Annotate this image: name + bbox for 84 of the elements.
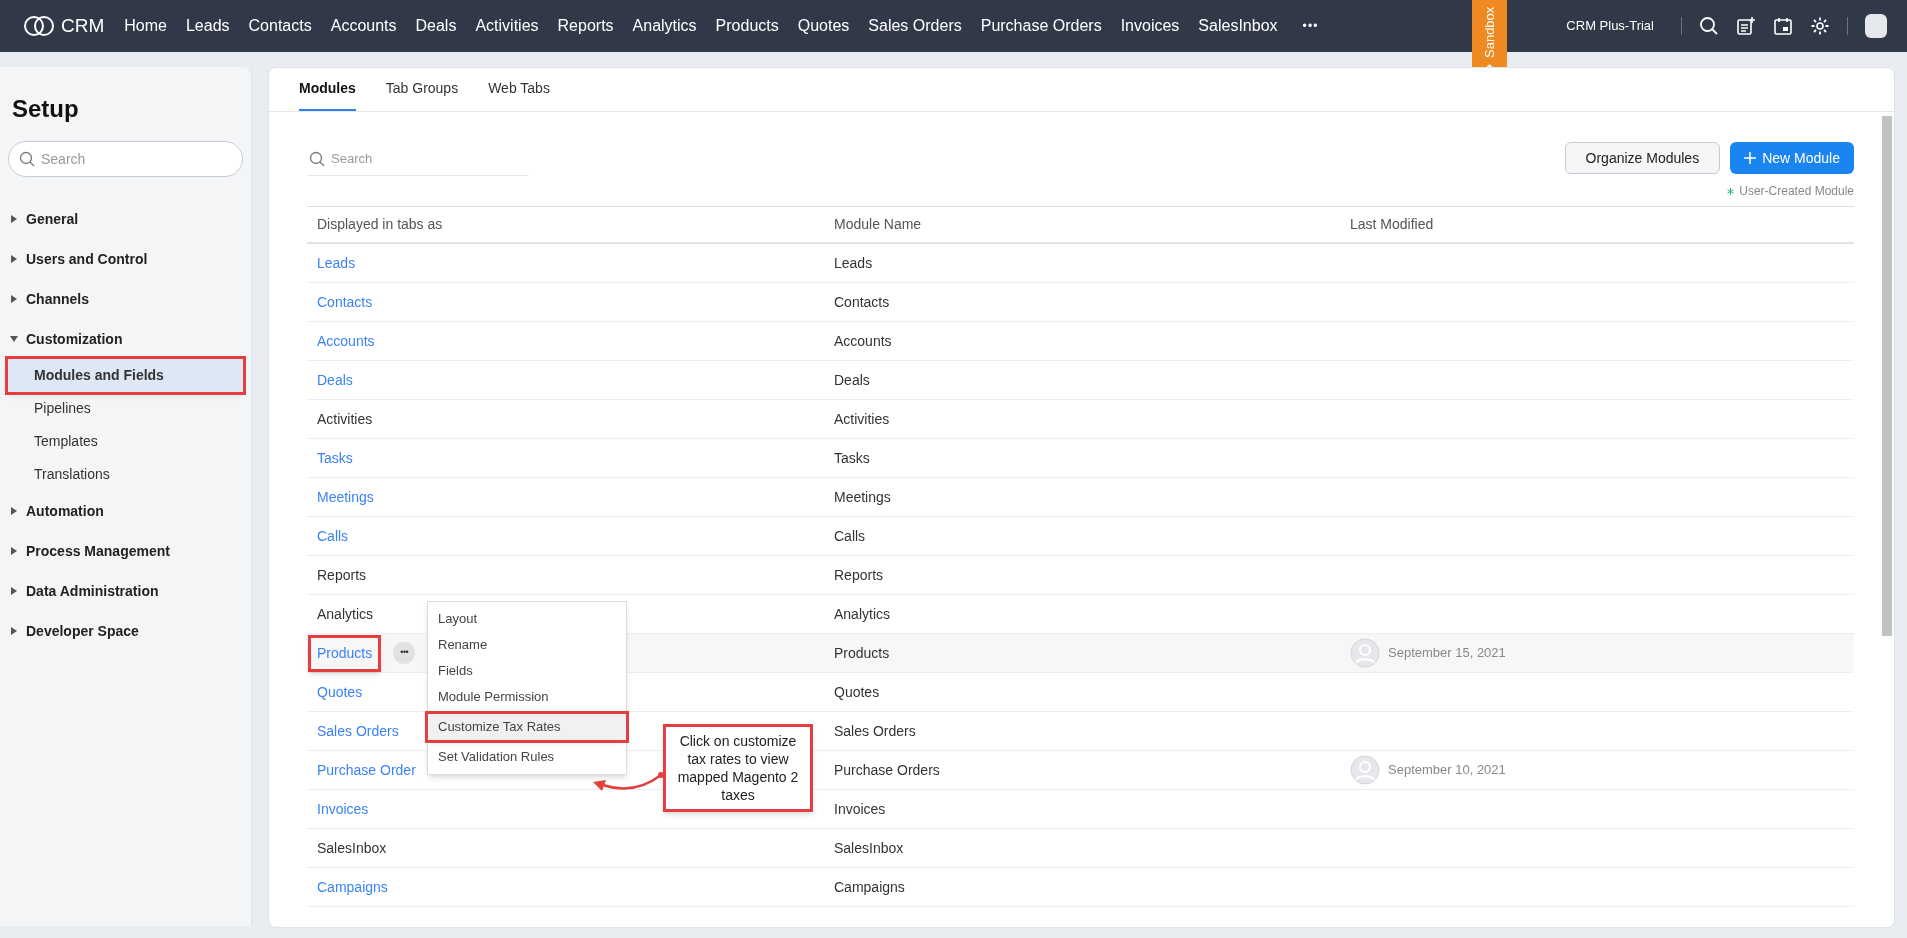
table-cell-text: September 15, 2021 bbox=[1388, 644, 1506, 663]
table-cell-text: Quotes bbox=[834, 682, 881, 702]
column-header: Last Modified bbox=[1350, 215, 1435, 234]
sidebar-section[interactable]: General bbox=[26, 208, 79, 230]
table-cell-text: Analytics bbox=[834, 604, 892, 624]
plan-label: CRM Plus-Trial bbox=[1566, 17, 1654, 36]
nav-link[interactable]: Sales Orders bbox=[868, 14, 962, 38]
nav-link[interactable]: Deals bbox=[415, 14, 457, 38]
table-cell-text: Reports bbox=[317, 565, 367, 585]
module-link[interactable]: Invoices bbox=[317, 798, 369, 820]
module-link[interactable]: Tasks bbox=[317, 447, 353, 469]
column-header: Displayed in tabs as bbox=[317, 215, 444, 234]
sidebar-item[interactable]: Templates bbox=[8, 425, 243, 458]
table-cell-text: SalesInbox bbox=[317, 838, 387, 858]
nav-link[interactable]: Analytics bbox=[632, 14, 697, 38]
nav-link[interactable]: SalesInbox bbox=[1198, 14, 1278, 38]
table-cell-text: Reports bbox=[834, 565, 885, 585]
module-link[interactable]: Purchase Order bbox=[317, 759, 416, 781]
nav-link[interactable]: Purchase Orders bbox=[980, 14, 1102, 38]
tab[interactable]: Modules bbox=[299, 78, 356, 111]
more-options-button[interactable]: ••• bbox=[393, 642, 416, 664]
sidebar-section[interactable]: Data Administration bbox=[26, 580, 159, 602]
nav-link[interactable]: Activities bbox=[475, 14, 539, 38]
sidebar-section[interactable]: Automation bbox=[26, 500, 104, 522]
menu-item[interactable]: Set Validation Rules bbox=[428, 744, 626, 770]
module-link[interactable]: Calls bbox=[317, 525, 349, 547]
tab[interactable]: Tab Groups bbox=[385, 78, 459, 111]
menu-item[interactable]: Customize Tax Rates bbox=[428, 714, 626, 740]
table-cell-text: Leads bbox=[834, 253, 874, 273]
module-link[interactable]: Accounts bbox=[317, 330, 375, 352]
brand-name: CRM bbox=[61, 13, 105, 38]
module-link[interactable]: Products bbox=[308, 634, 382, 672]
table-cell-text: Activities bbox=[317, 409, 373, 429]
column-header: Module Name bbox=[834, 215, 923, 234]
table-cell-text: Contacts bbox=[834, 292, 891, 312]
module-link[interactable]: Leads bbox=[317, 252, 356, 274]
nav-link[interactable]: Home bbox=[124, 14, 167, 38]
table-cell-text: Sales Orders bbox=[834, 721, 917, 741]
nav-link[interactable]: Contacts bbox=[248, 14, 312, 38]
nav-link[interactable]: Accounts bbox=[330, 14, 397, 38]
sidebar-title: Setup bbox=[11, 94, 80, 124]
table-cell-text: Purchase Orders bbox=[834, 760, 941, 780]
sidebar-section[interactable]: Process Management bbox=[26, 540, 170, 562]
table-cell-text: Deals bbox=[834, 370, 871, 390]
nav-link[interactable]: Products bbox=[715, 14, 779, 38]
sidebar-section[interactable]: Customization bbox=[26, 328, 123, 350]
module-link[interactable]: Campaigns bbox=[317, 876, 388, 898]
nav-link[interactable]: Leads bbox=[185, 14, 230, 38]
table-cell-text: Meetings bbox=[834, 487, 892, 507]
table-cell-text: Invoices bbox=[834, 799, 887, 819]
menu-item[interactable]: Rename bbox=[428, 632, 626, 658]
tab[interactable]: Web Tabs bbox=[488, 78, 550, 111]
sidebar-section[interactable]: Developer Space bbox=[26, 620, 139, 642]
module-link[interactable]: Meetings bbox=[317, 486, 374, 508]
sidebar-section[interactable]: Channels bbox=[26, 288, 89, 310]
callout-note: Click on customize tax rates to view mapped Magento 2 taxes bbox=[663, 724, 813, 812]
table-cell-text: Analytics bbox=[317, 604, 374, 624]
table-cell-text: Accounts bbox=[834, 331, 893, 351]
table-cell-text: September 10, 2021 bbox=[1388, 761, 1506, 780]
module-link[interactable]: Quotes bbox=[317, 681, 363, 703]
table-cell-text: Campaigns bbox=[834, 877, 906, 897]
module-link[interactable]: Deals bbox=[317, 369, 353, 391]
nav-link[interactable]: Reports bbox=[557, 14, 614, 38]
table-cell-text: Products bbox=[834, 643, 891, 663]
table-cell-text: Calls bbox=[834, 526, 867, 546]
sidebar-item[interactable]: Pipelines bbox=[8, 392, 243, 425]
new-module-button[interactable]: New Module bbox=[1730, 142, 1854, 174]
module-link[interactable]: Contacts bbox=[317, 291, 373, 313]
table-cell-text: Tasks bbox=[834, 448, 871, 468]
menu-item[interactable]: Layout bbox=[428, 606, 626, 632]
legend-label: User-Created Module bbox=[1739, 183, 1854, 200]
sidebar-item[interactable]: Modules and Fields bbox=[8, 359, 243, 392]
more-button[interactable]: ••• bbox=[1302, 17, 1319, 35]
sidebar-section[interactable]: Users and Control bbox=[26, 248, 148, 270]
menu-item[interactable]: Module Permission bbox=[428, 684, 626, 710]
organize-modules-button[interactable]: Organize Modules bbox=[1564, 142, 1721, 174]
nav-link[interactable]: Quotes bbox=[797, 14, 850, 38]
nav-link[interactable]: Invoices bbox=[1120, 14, 1180, 38]
search-field[interactable]: Search bbox=[307, 142, 529, 176]
table-cell-text: Activities bbox=[834, 409, 891, 429]
search-field[interactable]: Search bbox=[8, 141, 243, 177]
module-link[interactable]: Sales Orders bbox=[317, 720, 399, 742]
sidebar-item[interactable]: Translations bbox=[8, 458, 243, 491]
table-cell-text: SalesInbox bbox=[834, 838, 905, 858]
